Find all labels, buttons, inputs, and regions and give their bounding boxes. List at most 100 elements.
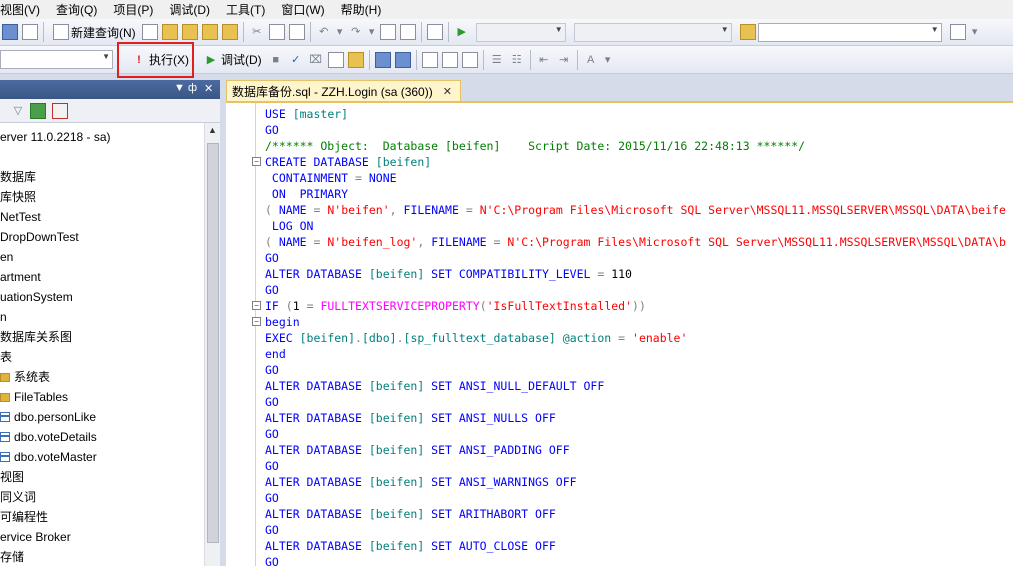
close-icon[interactable]: ✕ <box>443 85 452 98</box>
debug-button[interactable]: ▶ 调试(D) <box>197 49 266 71</box>
xmla-query-icon[interactable] <box>201 24 218 40</box>
results-to-file-icon[interactable] <box>461 51 478 68</box>
refresh-icon[interactable] <box>30 103 46 119</box>
code-line: /****** Object: Database [beifen] Script… <box>265 138 805 154</box>
code-line: GO <box>265 122 279 138</box>
cancel-query-icon[interactable]: ⌧ <box>308 52 324 68</box>
code-token: NAME <box>278 203 314 217</box>
menu-window[interactable]: 窗口(W) <box>281 1 330 18</box>
find-in-files-icon[interactable] <box>739 24 756 40</box>
cut-icon[interactable]: ✂ <box>249 24 265 40</box>
find-icon[interactable] <box>949 24 966 40</box>
code-line: end <box>265 346 286 362</box>
code-token: GO <box>265 283 279 297</box>
overflow-icon[interactable]: ▾ <box>603 52 613 68</box>
tree-item[interactable]: 可编程性 <box>0 507 48 527</box>
code-token: SET ANSI_NULL_DEFAULT OFF <box>431 379 605 393</box>
activity-icon[interactable] <box>52 103 68 119</box>
table-icon <box>0 452 10 462</box>
tree-item[interactable]: dbo.personLike <box>0 407 96 427</box>
overflow-icon[interactable]: ▾ <box>970 24 980 40</box>
mdx-query-icon[interactable] <box>161 24 178 40</box>
query-designer-icon[interactable] <box>394 51 411 68</box>
tree-item[interactable]: 数据库关系图 <box>0 327 72 347</box>
undo-dropdown-icon[interactable]: ▾ <box>336 24 344 40</box>
menu-debug[interactable]: 调试(D) <box>169 1 216 18</box>
tree-scrollbar[interactable]: ▲ <box>204 123 220 566</box>
tree-item[interactable]: NetTest <box>0 207 41 227</box>
chevron-down-icon[interactable]: ▼ <box>174 82 185 94</box>
close-icon[interactable]: ✕ <box>204 82 213 95</box>
new-query-button[interactable]: 新建查询(N) <box>47 21 140 43</box>
tree-item[interactable]: FileTables <box>0 387 68 407</box>
redo-icon[interactable]: ↷ <box>348 24 364 40</box>
tree-item[interactable]: ervice Broker <box>0 527 71 547</box>
results-to-grid-icon[interactable] <box>347 51 364 68</box>
tree-item[interactable]: erver 11.0.2218 - sa) <box>0 127 111 147</box>
tab-query-file[interactable]: 数据库备份.sql - ZZH.Login (sa (360)) ✕ <box>226 80 461 101</box>
code-token: GO <box>265 555 279 566</box>
code-token: = <box>493 235 508 249</box>
tree-item[interactable]: 库快照 <box>0 187 36 207</box>
uncomment-icon[interactable]: ☷ <box>509 52 525 68</box>
tree-item-label: erver 11.0.2218 - sa) <box>0 130 111 144</box>
menu-query[interactable]: 查询(Q) <box>56 1 103 18</box>
tree-item[interactable]: en <box>0 247 13 267</box>
tree-item[interactable]: 数据库 <box>0 167 36 187</box>
menu-help[interactable]: 帮助(H) <box>341 1 388 18</box>
collapse-icon[interactable]: − <box>252 301 261 310</box>
tree-item[interactable]: dbo.voteMaster <box>0 447 97 467</box>
tree-item[interactable]: 系统表 <box>0 367 50 387</box>
sql-editor[interactable]: USE [master] GO/****** Object: Database [… <box>226 101 1013 566</box>
activity-monitor-icon[interactable] <box>426 24 443 40</box>
client-statistics-icon[interactable] <box>441 51 458 68</box>
scroll-up-icon[interactable]: ▲ <box>208 125 217 135</box>
copy-icon[interactable] <box>268 24 285 40</box>
redo-dropdown-icon[interactable]: ▾ <box>368 24 376 40</box>
find-combo[interactable]: ▼ <box>757 22 942 42</box>
solution-config-combo[interactable]: ▼ <box>475 22 566 42</box>
tree-item[interactable]: DropDownTest <box>0 227 79 247</box>
tree-item[interactable]: n <box>0 307 7 327</box>
collapse-icon[interactable]: − <box>252 317 261 326</box>
parse-check-icon[interactable]: ✓ <box>288 52 304 68</box>
windows-icon[interactable] <box>399 24 416 40</box>
chevron-down-icon: ▼ <box>102 52 110 61</box>
save-all-icon[interactable] <box>22 24 38 40</box>
decrease-indent-icon[interactable]: ⇤ <box>536 52 552 68</box>
comment-icon[interactable]: ☰ <box>489 52 505 68</box>
display-plan-icon[interactable] <box>374 51 391 68</box>
menu-project[interactable]: 项目(P) <box>113 1 159 18</box>
code-token: GO <box>265 523 279 537</box>
tree-item[interactable]: 同义词 <box>0 487 36 507</box>
filter-icon[interactable]: ▽ <box>10 103 26 119</box>
collapse-icon[interactable]: − <box>252 157 261 166</box>
menu-view[interactable]: 视图(V) <box>0 1 46 18</box>
toolbar-separator <box>482 49 484 70</box>
analysis-query-icon[interactable] <box>221 24 238 40</box>
scrollbar-thumb[interactable] <box>207 143 219 543</box>
increase-indent-icon[interactable]: ⇥ <box>556 52 572 68</box>
platform-combo[interactable]: ▼ <box>573 22 732 42</box>
include-actual-plan-icon[interactable] <box>421 51 438 68</box>
stop-icon[interactable]: ■ <box>268 52 284 68</box>
tree-item[interactable]: uationSystem <box>0 287 73 307</box>
start-icon[interactable]: ▶ <box>454 24 470 40</box>
pin-icon[interactable]: ф <box>188 82 197 94</box>
new-file-icon[interactable] <box>141 24 158 40</box>
tree-item-label: n <box>0 310 7 324</box>
available-databases-combo[interactable]: ▼ <box>0 50 113 69</box>
tree-item[interactable]: 表 <box>0 347 12 367</box>
menu-tools[interactable]: 工具(T) <box>226 1 271 18</box>
tree-item[interactable]: artment <box>0 267 41 287</box>
specify-values-icon[interactable]: A <box>583 52 599 68</box>
paste-icon[interactable] <box>288 24 305 40</box>
results-to-text-icon[interactable] <box>327 51 344 68</box>
tree-item[interactable]: 存储 <box>0 547 24 566</box>
tree-item[interactable]: 视图 <box>0 467 24 487</box>
tree-item[interactable]: dbo.voteDetails <box>0 427 97 447</box>
object-explorer-icon[interactable] <box>2 24 18 40</box>
dmx-query-icon[interactable] <box>181 24 198 40</box>
undo-icon[interactable]: ↶ <box>316 24 332 40</box>
navigate-icon[interactable] <box>379 24 396 40</box>
